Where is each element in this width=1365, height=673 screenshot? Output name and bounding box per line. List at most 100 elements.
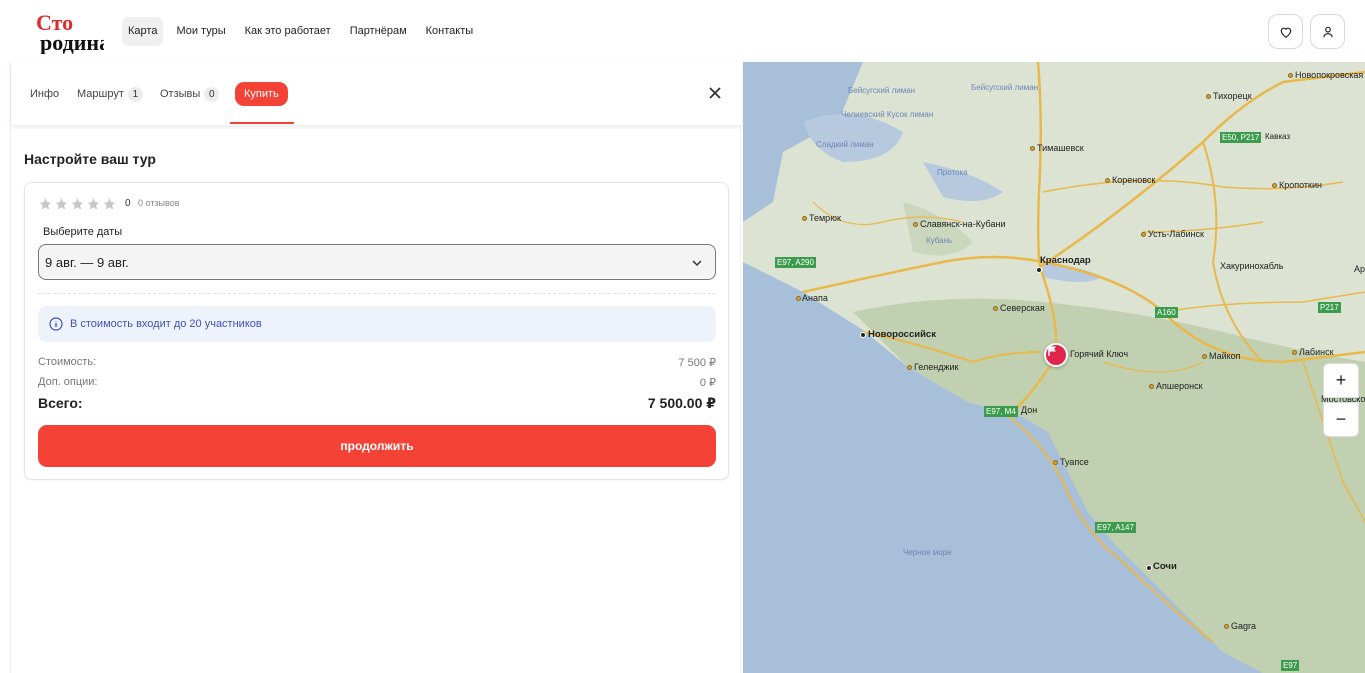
map-label-don: Дон: [1021, 405, 1038, 415]
nav-my-tours[interactable]: Мои туры: [170, 17, 231, 46]
map-label-severskaya: Северская: [1000, 303, 1045, 313]
star-icon: [71, 198, 84, 210]
city-dot: [1206, 94, 1211, 99]
city-dot: [1292, 350, 1297, 355]
total-value: 7 500.00 ₽: [647, 395, 716, 411]
rating-value: 0: [125, 198, 131, 209]
date-value: 9 авг. — 9 авг.: [45, 255, 129, 270]
top-header: Сто родина Карта Мои туры Как это работа…: [0, 0, 1365, 62]
road-shield-e97: E97: [1281, 660, 1300, 671]
cost-value: 7 500 ₽: [678, 357, 716, 369]
map-label-korenovsk: Кореновск: [1112, 175, 1156, 185]
close-panel-button[interactable]: [707, 85, 723, 101]
city-dot: [1272, 183, 1277, 188]
map-label-sochi: Сочи: [1153, 561, 1177, 572]
svg-text:родина: родина: [40, 30, 104, 54]
close-icon: [709, 87, 721, 99]
city-dot: [802, 216, 807, 221]
map-label-protoka: Протока: [937, 168, 968, 177]
continue-button[interactable]: продолжить: [38, 425, 716, 467]
rating-count[interactable]: 0 отзывов: [138, 198, 180, 208]
map-label-kurchanskiy: Сладкий лиман: [816, 140, 874, 149]
total-row: Всего: 7 500.00 ₽: [38, 395, 716, 412]
tab-reviews[interactable]: Отзывы 0: [160, 82, 220, 106]
date-select[interactable]: 9 авг. — 9 авг.: [38, 244, 716, 280]
tab-route-label: Маршрут: [77, 88, 124, 100]
participants-info: В стоимость входит до 20 участников: [38, 306, 716, 342]
chevron-down-icon: [692, 260, 702, 267]
map-label-novopokrovskaya: Новопокровская: [1295, 70, 1364, 80]
map-label-chelbas: Челиевский Кусок лиман: [841, 110, 934, 119]
route-count-badge: 1: [127, 86, 143, 102]
star-icon: [103, 198, 116, 210]
road-shield-e97-m4: E97, M4: [984, 406, 1018, 417]
road-shield-a160: A160: [1155, 307, 1178, 318]
tour-location-marker[interactable]: [1044, 343, 1068, 367]
heart-icon: [1280, 27, 1291, 38]
city-dot: [1141, 232, 1146, 237]
cost-label: Стоимость:: [38, 356, 97, 368]
map-label-apsheronsk: Апшеронск: [1156, 381, 1203, 391]
city-dot: [1202, 354, 1207, 359]
city-dot: [1288, 73, 1293, 78]
tab-info[interactable]: Инфо: [30, 82, 59, 106]
tab-info-label: Инфо: [30, 88, 60, 100]
main-nav: Карта Мои туры Как это работает Партнёра…: [122, 17, 486, 46]
tab-route[interactable]: Маршрут 1: [77, 82, 143, 106]
map-label-anapa: Анапа: [802, 293, 828, 303]
road-shield-e97-a147: E97, A147: [1095, 522, 1136, 533]
zoom-in-button[interactable]: +: [1323, 363, 1359, 398]
city-dot: [1105, 178, 1110, 183]
booking-title: Настройте ваш тур: [24, 151, 156, 167]
map-label-ust-labinsk: Усть-Лабинск: [1148, 229, 1204, 239]
road-shield-e97-a290: E97, A290: [775, 257, 816, 268]
map-label-gelendzhik: Геленджик: [914, 362, 959, 372]
participants-info-text: В стоимость входит до 20 участников: [70, 318, 262, 330]
road-shield-p217: P217: [1318, 302, 1341, 313]
map-label-temryuk: Темрюк: [809, 213, 841, 223]
city-dot: [1036, 267, 1042, 273]
star-icon: [39, 198, 52, 210]
star-icon: [87, 198, 100, 210]
cost-row: Стоимость: 7 500 ₽: [38, 356, 716, 369]
date-label: Выберите даты: [43, 226, 123, 238]
map-label-khakurinokhabl: Хакуринохабль: [1220, 261, 1284, 271]
site-logo[interactable]: Сто родина: [34, 8, 110, 55]
tour-panel: Инфо Маршрут 1 Отзывы 0 Купить Настройте…: [10, 62, 742, 673]
map-label-goryachiy-klyuch: Горячий Ключ: [1070, 349, 1129, 359]
map-label-kuban: Кубань: [926, 236, 953, 245]
map-label-ap: Ар: [1354, 264, 1365, 274]
map-label-kropotkin: Кропоткин: [1279, 180, 1322, 190]
tab-reviews-label: Отзывы: [160, 88, 201, 100]
favorites-button[interactable]: [1268, 14, 1303, 49]
tab-buy[interactable]: Купить: [235, 82, 288, 106]
profile-button[interactable]: [1310, 14, 1345, 49]
map-label-kavkaz: Кавказ: [1265, 132, 1291, 141]
reviews-count-badge: 0: [204, 86, 220, 102]
city-dot: [1030, 146, 1035, 151]
city-dot: [907, 365, 912, 370]
nav-contacts[interactable]: Контакты: [420, 17, 480, 46]
options-label: Доп. опции:: [38, 376, 98, 388]
nav-partners[interactable]: Партнёрам: [344, 17, 413, 46]
user-icon: [1322, 26, 1333, 37]
nav-map[interactable]: Карта: [122, 17, 164, 46]
map-label-slavyansk: Славянск-на-Кубани: [920, 219, 1006, 229]
city-dot: [1053, 460, 1058, 465]
map-label-tikhoretsk: Тихорецк: [1213, 91, 1252, 101]
map-label-tuapse: Туапсе: [1060, 457, 1089, 467]
rating-stars: [38, 197, 117, 211]
city-dot: [1146, 565, 1152, 571]
tour-tabs: Инфо Маршрут 1 Отзывы 0 Купить: [11, 62, 742, 125]
city-dot: [860, 332, 866, 338]
map-view[interactable]: Бейсугский лиман Бейсугский лиман Челиев…: [743, 62, 1365, 673]
road-shield-e50: E50, P217: [1220, 132, 1262, 143]
info-icon: [49, 317, 63, 331]
zoom-out-button[interactable]: −: [1323, 402, 1359, 437]
city-dot: [993, 306, 998, 311]
city-dot: [913, 222, 918, 227]
nav-how-it-works[interactable]: Как это работает: [239, 17, 337, 46]
city-dot: [1149, 384, 1154, 389]
flag-icon: [1048, 346, 1056, 356]
map-label-krasnodar: Краснодар: [1040, 255, 1091, 266]
